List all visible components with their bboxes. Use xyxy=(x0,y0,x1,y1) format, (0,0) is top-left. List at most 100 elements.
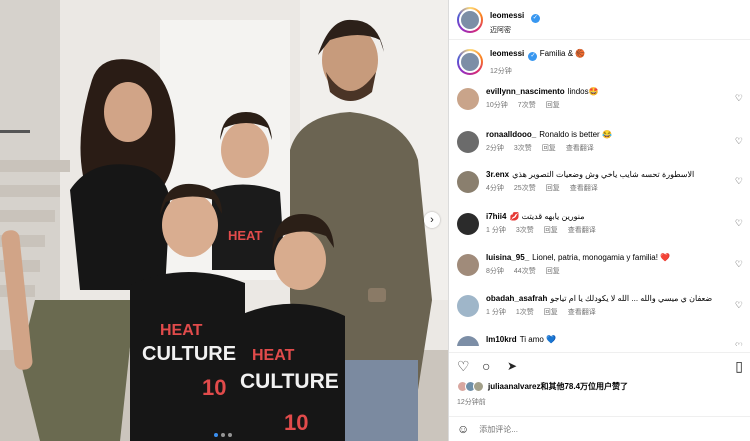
svg-text:HEAT: HEAT xyxy=(228,228,262,243)
comment-time: 1 分钟 xyxy=(486,309,506,316)
caption-username[interactable]: leomessi xyxy=(490,49,524,58)
comment-row: lm10krd Ti amo 💙 ♡ xyxy=(457,335,747,346)
carousel-dot[interactable] xyxy=(221,433,225,437)
comment-row: evillynn_nascimento lindos🤩 10分钟 7次赞 回复 ♡ xyxy=(457,87,747,110)
reply-button[interactable]: 回复 xyxy=(546,266,560,276)
caption-avatar-ring[interactable] xyxy=(457,49,483,75)
commenter-avatar[interactable] xyxy=(457,131,479,153)
smiley-icon[interactable]: ☺ xyxy=(457,422,469,436)
comment-row: ronaalldooo_ Ronaldo is better 😂 2分钟 3次赞 回复查… xyxy=(457,130,747,153)
caption-text: Familia & 🏀 xyxy=(539,49,586,58)
comment-text: Ronaldo is better 😂 xyxy=(539,130,612,139)
comment-text: Lionel, patria, monogamia y familia! ❤️ xyxy=(532,253,671,262)
post-photo[interactable]: HEAT HEAT CULTURE 10 HEAT CULTURE 10 › xyxy=(0,0,448,441)
commenter-username[interactable]: lm10krd xyxy=(486,335,517,344)
caption-time: 12分钟 xyxy=(490,68,512,75)
author-avatar-ring[interactable] xyxy=(457,6,483,33)
reply-button[interactable]: 回复 xyxy=(542,143,556,153)
svg-text:10: 10 xyxy=(202,375,226,400)
comment-like-heart-icon[interactable]: ♡ xyxy=(735,300,743,311)
comment-row: luisina_95_ Lionel, patria, monogamia y f… xyxy=(457,253,747,276)
commenter-username[interactable]: obadah_asafrah xyxy=(486,294,547,303)
author-avatar[interactable] xyxy=(459,8,481,31)
share-icon[interactable]: ➤ xyxy=(507,360,517,372)
svg-text:10: 10 xyxy=(284,410,308,435)
comment-time: 1 分钟 xyxy=(486,227,506,234)
comment-like-heart-icon[interactable]: ♡ xyxy=(735,136,743,147)
post-location[interactable]: 迈阿密 xyxy=(490,25,540,35)
reply-button[interactable]: 回复 xyxy=(544,225,558,235)
comment-like-heart-icon[interactable]: ♡ xyxy=(735,176,743,187)
post-caption: leomessi ✓ Familia & 🏀 12分钟 xyxy=(449,40,750,86)
comment-likes[interactable]: 44次赞 xyxy=(514,266,536,276)
commenter-username[interactable]: 3r.enx xyxy=(486,170,509,179)
svg-text:HEAT: HEAT xyxy=(160,322,203,339)
bookmark-icon[interactable]: ▯ xyxy=(735,359,743,373)
carousel-dot[interactable] xyxy=(214,433,218,437)
liker-avatars xyxy=(457,381,484,392)
commenter-username[interactable]: luisina_95_ xyxy=(486,253,529,262)
comment-icon[interactable]: ○ xyxy=(482,359,490,373)
comment-likes[interactable]: 25次赞 xyxy=(514,183,536,193)
comment-like-heart-icon[interactable]: ♡ xyxy=(735,341,743,346)
commenter-avatar[interactable] xyxy=(457,336,479,346)
comment-time: 2分钟 xyxy=(486,145,504,152)
comment-text: lindos🤩 xyxy=(567,87,599,96)
comment-row: 3r.enx الاسطورة تحسه شايب ياخي وش وضعيات … xyxy=(457,170,747,193)
comment-like-heart-icon[interactable]: ♡ xyxy=(735,259,743,270)
comment-text: الاسطورة تحسه شايب ياخي وش وضعيات التصوي… xyxy=(512,170,695,179)
commenter-avatar[interactable] xyxy=(457,171,479,193)
next-photo-button[interactable]: › xyxy=(424,212,440,228)
comment-likes[interactable]: 3次赞 xyxy=(516,225,534,235)
post-header: leomessi ✓ 迈阿密 xyxy=(449,0,750,40)
comment-likes[interactable]: 7次赞 xyxy=(518,100,536,110)
comment-like-heart-icon[interactable]: ♡ xyxy=(735,218,743,229)
comment-text: Ti amo 💙 xyxy=(519,335,557,344)
comment-time: 10分钟 xyxy=(486,102,508,109)
comment-row: i7hii4 💋 منورين يابهه قديتت 1 分钟 3次赞 回复 查看翻译 ♡ xyxy=(457,212,747,235)
view-translation-button[interactable]: 查看翻译 xyxy=(568,307,596,317)
post-side-panel: leomessi ✓ 迈阿密 leomessi ✓ Familia & 🏀 12… xyxy=(448,0,750,441)
view-translation-button[interactable]: 查看翻译 xyxy=(568,225,596,235)
commenter-avatar[interactable] xyxy=(457,88,479,110)
svg-text:CULTURE: CULTURE xyxy=(142,343,236,365)
commenter-username[interactable]: ronaalldooo_ xyxy=(486,130,536,139)
caption-avatar[interactable] xyxy=(459,51,481,73)
comment-row: obadah_asafrah ضعفان ي ميسي والله ... الل… xyxy=(457,294,747,317)
comment-text: 💋 منورين يابهه قديتت xyxy=(509,212,585,221)
comment-time: 4分钟 xyxy=(486,185,504,192)
verified-icon: ✓ xyxy=(530,13,540,23)
likes-text[interactable]: juliaanalvarez和其他78.4万位用户赞了 xyxy=(488,381,628,392)
reply-button[interactable]: 回复 xyxy=(546,100,560,110)
commenter-avatar[interactable] xyxy=(457,254,479,276)
comment-text: ضعفان ي ميسي والله ... الله لا يكودلك يا… xyxy=(550,294,713,303)
add-comment-bar: ☺ xyxy=(449,416,750,441)
commenter-avatar[interactable] xyxy=(457,295,479,317)
family-photo-illustration: HEAT HEAT CULTURE 10 HEAT CULTURE 10 xyxy=(0,0,448,441)
commenter-avatar[interactable] xyxy=(457,213,479,235)
commenter-username[interactable]: evillynn_nascimento xyxy=(486,87,565,96)
view-translation-button[interactable]: 查看翻译 xyxy=(570,183,598,193)
chevron-right-icon: › xyxy=(430,213,434,226)
action-bar: ♡ ○ ➤ ▯ xyxy=(449,352,750,378)
likes-summary[interactable]: juliaanalvarez和其他78.4万位用户赞了 xyxy=(457,381,628,392)
carousel-dots xyxy=(214,433,232,437)
reply-button[interactable]: 回复 xyxy=(544,307,558,317)
comments-list[interactable]: leomessi ✓ Familia & 🏀 12分钟 evillynn_nas… xyxy=(449,40,750,346)
heart-outline-icon[interactable]: ♡ xyxy=(457,359,470,373)
reply-button[interactable]: 回复 xyxy=(546,183,560,193)
comment-time: 8分钟 xyxy=(486,268,504,275)
commenter-username[interactable]: i7hii4 xyxy=(486,212,506,221)
comment-like-heart-icon[interactable]: ♡ xyxy=(735,93,743,104)
carousel-dot[interactable] xyxy=(228,433,232,437)
svg-text:HEAT: HEAT xyxy=(252,347,295,364)
liker-avatar[interactable] xyxy=(473,381,484,392)
verified-icon: ✓ xyxy=(528,52,538,61)
author-username[interactable]: leomessi xyxy=(490,11,524,20)
view-translation-button[interactable]: 查看翻译 xyxy=(566,143,594,153)
post-time: 12分钟前 xyxy=(457,399,486,406)
svg-text:CULTURE: CULTURE xyxy=(240,370,339,393)
comment-likes[interactable]: 3次赞 xyxy=(514,143,532,153)
comment-likes[interactable]: 1次赞 xyxy=(516,307,534,317)
add-comment-input[interactable] xyxy=(479,424,710,434)
